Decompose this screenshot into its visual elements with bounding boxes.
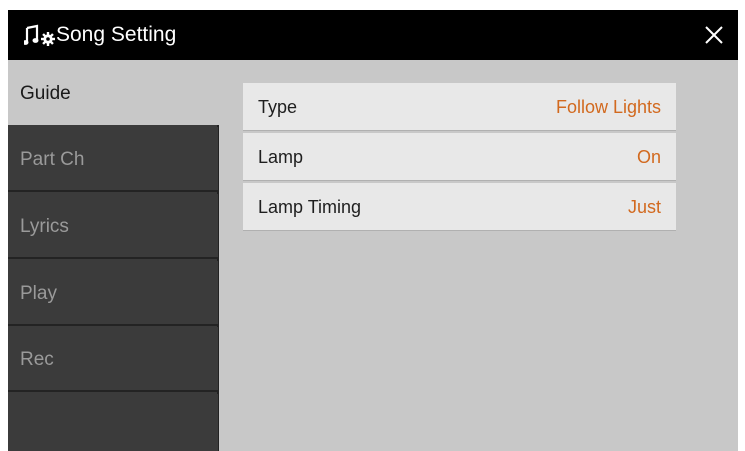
setting-value: Follow Lights: [555, 97, 661, 117]
song-setting-window: Song Setting Guide Part Ch Lyrics Play R…: [8, 10, 738, 451]
title-bar: Song Setting: [8, 10, 738, 60]
settings-list: Type Follow Lights Lamp On Lamp Timing J…: [243, 83, 676, 233]
sidebar: Guide Part Ch Lyrics Play Rec: [8, 60, 219, 451]
tab-part-ch[interactable]: Part Ch: [8, 127, 218, 192]
setting-row-lamp[interactable]: Lamp On: [243, 133, 676, 181]
tab-lyrics[interactable]: Lyrics: [8, 194, 218, 259]
tab-rec[interactable]: Rec: [8, 327, 218, 392]
setting-row-type[interactable]: Type Follow Lights: [243, 83, 676, 131]
window-title: Song Setting: [56, 23, 177, 46]
tab-guide[interactable]: Guide: [8, 60, 219, 125]
setting-label: Type: [258, 97, 298, 117]
tab-play[interactable]: Play: [8, 261, 218, 326]
setting-label: Lamp: [258, 147, 304, 167]
close-icon[interactable]: [702, 23, 726, 47]
setting-row-lamp-timing[interactable]: Lamp Timing Just: [243, 183, 676, 231]
setting-value: On: [636, 147, 661, 167]
setting-value: Just: [627, 197, 661, 217]
setting-label: Lamp Timing: [258, 197, 362, 217]
sidebar-empty-slot: [8, 394, 218, 451]
